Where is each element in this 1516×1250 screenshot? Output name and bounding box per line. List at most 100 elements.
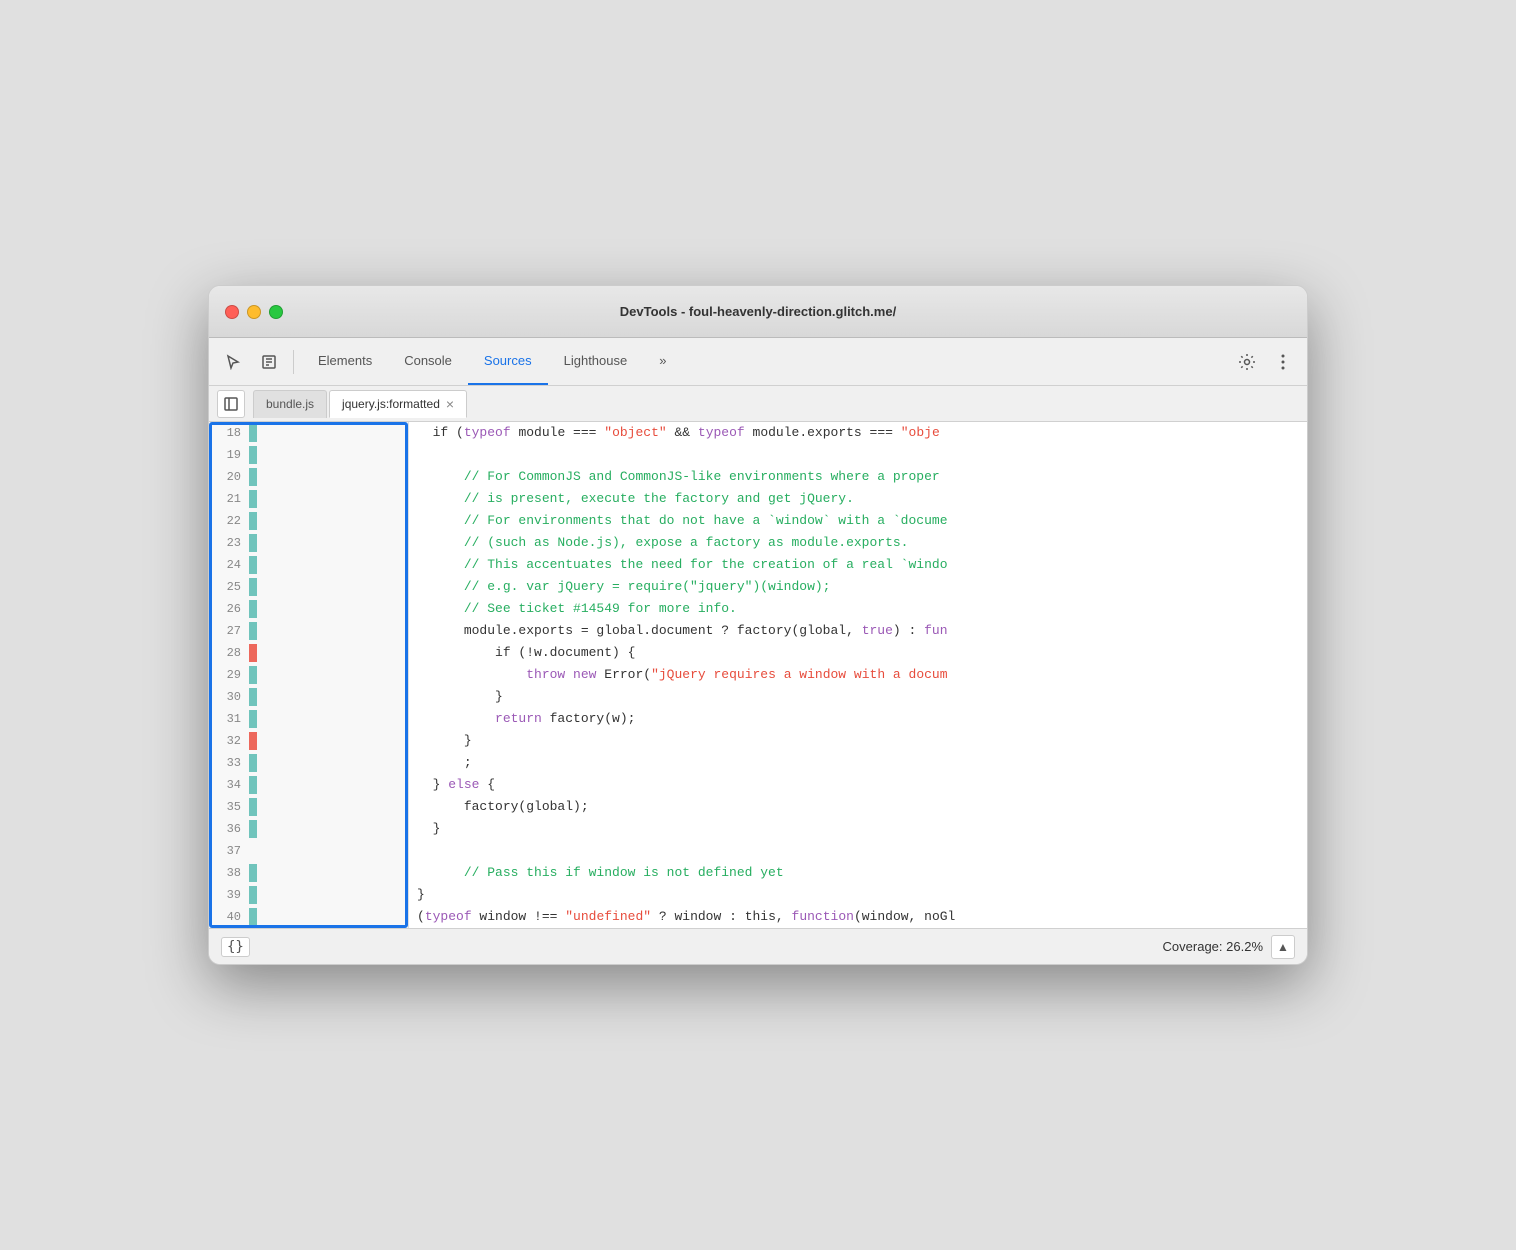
line-number-37: 37 bbox=[209, 840, 249, 862]
code-lines: if (typeof module === "object" && typeof… bbox=[409, 422, 1307, 928]
line-number-22: 22 bbox=[209, 510, 249, 532]
nav-tabs: Elements Console Sources Lighthouse » bbox=[302, 338, 1227, 385]
pretty-print-button[interactable]: {} bbox=[221, 937, 250, 957]
coverage-37 bbox=[249, 842, 257, 860]
coverage-27 bbox=[249, 622, 257, 640]
tab-more[interactable]: » bbox=[643, 338, 682, 385]
coverage-29 bbox=[249, 666, 257, 684]
line-number-20: 20 bbox=[209, 466, 249, 488]
gutter: 18 19 20 21 bbox=[209, 422, 409, 928]
gutter-row-38: 38 bbox=[209, 862, 408, 884]
code-line-24: // This accentuates the need for the cre… bbox=[417, 554, 1299, 576]
file-tabbar: bundle.js jquery.js:formatted × bbox=[209, 386, 1307, 422]
coverage-32 bbox=[249, 732, 257, 750]
code-line-20: // For CommonJS and CommonJS-like enviro… bbox=[417, 466, 1299, 488]
gutter-row-25: 25 bbox=[209, 576, 408, 598]
gutter-row-18: 18 bbox=[209, 422, 408, 444]
code-line-32: } bbox=[417, 730, 1299, 752]
gutter-row-20: 20 bbox=[209, 466, 408, 488]
cursor-icon[interactable] bbox=[217, 346, 249, 378]
gutter-row-29: 29 bbox=[209, 664, 408, 686]
more-options-icon[interactable] bbox=[1267, 346, 1299, 378]
code-line-37 bbox=[417, 840, 1299, 862]
gutter-row-32: 32 bbox=[209, 730, 408, 752]
code-line-33: ; bbox=[417, 752, 1299, 774]
line-number-26: 26 bbox=[209, 598, 249, 620]
gutter-row-33: 33 bbox=[209, 752, 408, 774]
line-number-40: 40 bbox=[209, 906, 249, 928]
code-line-39: } bbox=[417, 884, 1299, 906]
coverage-24 bbox=[249, 556, 257, 574]
line-number-19: 19 bbox=[209, 444, 249, 466]
code-line-34: } else { bbox=[417, 774, 1299, 796]
sidebar-toggle-button[interactable] bbox=[217, 390, 245, 418]
line-number-34: 34 bbox=[209, 774, 249, 796]
gutter-row-28: 28 bbox=[209, 642, 408, 664]
maximize-button[interactable] bbox=[269, 305, 283, 319]
gutter-row-30: 30 bbox=[209, 686, 408, 708]
gutter-row-37: 37 bbox=[209, 840, 408, 862]
code-line-19 bbox=[417, 444, 1299, 466]
tab-sources[interactable]: Sources bbox=[468, 338, 548, 385]
line-number-38: 38 bbox=[209, 862, 249, 884]
minimize-button[interactable] bbox=[247, 305, 261, 319]
window-title: DevTools - foul-heavenly-direction.glitc… bbox=[620, 304, 896, 319]
scroll-up-button[interactable]: ▲ bbox=[1271, 935, 1295, 959]
gutter-row-35: 35 bbox=[209, 796, 408, 818]
coverage-33 bbox=[249, 754, 257, 772]
line-number-24: 24 bbox=[209, 554, 249, 576]
code-line-18: if (typeof module === "object" && typeof… bbox=[417, 422, 1299, 444]
coverage-20 bbox=[249, 468, 257, 486]
code-line-27: module.exports = global.document ? facto… bbox=[417, 620, 1299, 642]
line-number-23: 23 bbox=[209, 532, 249, 554]
file-tab-bundle[interactable]: bundle.js bbox=[253, 390, 327, 418]
settings-icon[interactable] bbox=[1231, 346, 1263, 378]
code-line-21: // is present, execute the factory and g… bbox=[417, 488, 1299, 510]
file-tab-jquery-formatted[interactable]: jquery.js:formatted × bbox=[329, 390, 467, 418]
code-line-30: } bbox=[417, 686, 1299, 708]
coverage-19 bbox=[249, 446, 257, 464]
toolbar-divider bbox=[293, 350, 294, 374]
coverage-30 bbox=[249, 688, 257, 706]
code-line-25: // e.g. var jQuery = require("jquery")(w… bbox=[417, 576, 1299, 598]
line-number-18: 18 bbox=[209, 422, 249, 444]
inspect-icon[interactable] bbox=[253, 346, 285, 378]
gutter-row-34: 34 bbox=[209, 774, 408, 796]
tab-elements[interactable]: Elements bbox=[302, 338, 388, 385]
coverage-28 bbox=[249, 644, 257, 662]
coverage-36 bbox=[249, 820, 257, 838]
traffic-lights bbox=[225, 305, 283, 319]
close-button[interactable] bbox=[225, 305, 239, 319]
coverage-18 bbox=[249, 424, 257, 442]
close-tab-icon[interactable]: × bbox=[446, 397, 454, 411]
code-container: 18 19 20 21 bbox=[209, 422, 1307, 928]
line-number-29: 29 bbox=[209, 664, 249, 686]
line-number-39: 39 bbox=[209, 884, 249, 906]
gutter-row-22: 22 bbox=[209, 510, 408, 532]
tab-lighthouse[interactable]: Lighthouse bbox=[548, 338, 644, 385]
code-line-28: if (!w.document) { bbox=[417, 642, 1299, 664]
gutter-row-27: 27 bbox=[209, 620, 408, 642]
code-line-40: (typeof window !== "undefined" ? window … bbox=[417, 906, 1299, 928]
gutter-row-21: 21 bbox=[209, 488, 408, 510]
coverage-38 bbox=[249, 864, 257, 882]
code-line-29: throw new Error("jQuery requires a windo… bbox=[417, 664, 1299, 686]
code-line-36: } bbox=[417, 818, 1299, 840]
code-line-38: // Pass this if window is not defined ye… bbox=[417, 862, 1299, 884]
line-number-36: 36 bbox=[209, 818, 249, 840]
toolbar-right bbox=[1231, 346, 1299, 378]
line-number-28: 28 bbox=[209, 642, 249, 664]
gutter-row-40: 40 bbox=[209, 906, 408, 928]
main-content: 18 19 20 21 bbox=[209, 422, 1307, 928]
line-number-33: 33 bbox=[209, 752, 249, 774]
titlebar: DevTools - foul-heavenly-direction.glitc… bbox=[209, 286, 1307, 338]
coverage-23 bbox=[249, 534, 257, 552]
gutter-row-26: 26 bbox=[209, 598, 408, 620]
coverage-40 bbox=[249, 908, 257, 926]
tab-console[interactable]: Console bbox=[388, 338, 468, 385]
coverage-25 bbox=[249, 578, 257, 596]
code-line-22: // For environments that do not have a `… bbox=[417, 510, 1299, 532]
code-line-23: // (such as Node.js), expose a factory a… bbox=[417, 532, 1299, 554]
gutter-row-31: 31 bbox=[209, 708, 408, 730]
toolbar: Elements Console Sources Lighthouse » bbox=[209, 338, 1307, 386]
